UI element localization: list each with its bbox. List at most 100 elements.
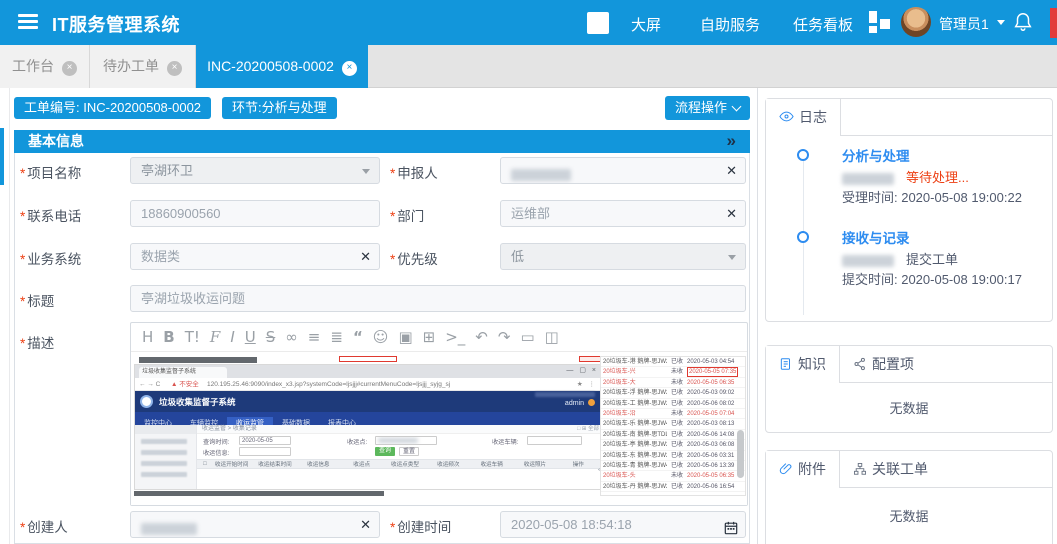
timeline-dot xyxy=(797,149,809,161)
tab-log[interactable]: 日志 xyxy=(766,99,841,136)
apps-grid-icon[interactable] xyxy=(869,11,891,33)
app-header: IT服务管理系统 大屏 自助服务 任务看板 管理员1 xyxy=(0,0,1057,45)
created-time-value: 2020-05-08 18:54:18 xyxy=(511,517,632,532)
mock-record-status: 已收 xyxy=(671,419,683,429)
mock-record-status: 未收 xyxy=(671,367,683,377)
close-icon[interactable]: × xyxy=(167,61,182,76)
tab-knowledge[interactable]: 知识 xyxy=(766,346,840,383)
link-icon[interactable]: ∞ xyxy=(285,323,298,352)
tab-attachment[interactable]: 附件 xyxy=(766,451,840,488)
nav-big-screen[interactable]: 大屏 xyxy=(631,14,661,35)
user-name[interactable]: 管理员1 xyxy=(939,14,989,34)
mock-record-name: 20垃圾车-丹 鹅牌-思JW2 xyxy=(603,482,667,492)
tab-config-items[interactable]: 配置项 xyxy=(840,346,927,383)
page-tabbar: 工作台× 待办工单× INC-20200508-0002 × xyxy=(0,45,1057,88)
mock-header-links-blurred xyxy=(535,392,595,397)
mock-url-icons: ★ ⋮ xyxy=(577,378,597,391)
close-icon[interactable]: × xyxy=(62,61,77,76)
font-family-icon[interactable]: F xyxy=(210,323,220,352)
mock-record-row: 20垃圾车-兴未收2020-05-05 07:35 xyxy=(601,367,745,377)
mock-record-name: 20垃圾车-东 鹅牌-思JW2 xyxy=(603,451,667,461)
mock-record-row: 20垃圾车-丹 鹅牌-思JW2已收2020-05-06 16:54 xyxy=(601,482,745,492)
description-editor[interactable]: HB T! FIUS ∞ ≡ ≣ “ ☺ ▣ ⊞ >_ ↶ ↷ ▭ ◫ 垃圾收集监督子系统 — ▢ × ← … xyxy=(130,322,748,506)
tab-todo-tickets[interactable]: 待办工单× xyxy=(90,45,196,88)
mock-record-time: 2020-05-06 13:39 xyxy=(687,461,734,471)
system-input[interactable]: 数据类✕ xyxy=(130,243,380,270)
collapse-right-icon[interactable]: » xyxy=(727,130,736,152)
select-caret-icon xyxy=(362,169,370,174)
tab-label: INC-20200508-0002 xyxy=(207,58,334,74)
panel-handle[interactable] xyxy=(0,128,4,185)
mock-record-time: 2020-05-06 08:02 xyxy=(687,399,734,409)
mock-table-column: 收运信息 xyxy=(297,460,340,468)
project-select[interactable]: 亭湖环卫 xyxy=(130,157,380,184)
mock-record-time: 2020-05-05 07:04 xyxy=(687,409,734,419)
editor-content[interactable]: 垃圾收集监督子系统 — ▢ × ← → C ▲ 不安全 120.195.25.4… xyxy=(131,352,747,505)
tab-related-tickets[interactable]: 关联工单 xyxy=(840,451,941,488)
title-input[interactable]: 亭湖垃圾收运问题 xyxy=(130,285,746,312)
field-label-title: *标题 xyxy=(20,290,54,310)
mock-record-row: 20垃圾车-港 鹅牌-思JW2已收2020-05-03 04:54 xyxy=(601,357,745,367)
align-icon[interactable]: ≣ xyxy=(330,323,343,352)
dept-input[interactable]: 运维部✕ xyxy=(500,200,746,227)
mock-sidebar-item-blurred xyxy=(141,461,187,466)
italic-icon[interactable]: I xyxy=(230,323,234,352)
bold-icon[interactable]: B xyxy=(163,323,174,352)
tab-ticket-inc[interactable]: INC-20200508-0002 × xyxy=(196,45,368,88)
mock-record-row: 20垃圾车-大未收2020-05-05 06:35 xyxy=(601,378,745,388)
log-entry-status: 提交工单 xyxy=(906,252,958,267)
mock-record-name: 20垃圾车-乐 鹅牌-思JW4 xyxy=(603,419,667,429)
created-time-input[interactable]: 2020-05-08 18:54:18 xyxy=(500,511,746,538)
mock-record-row: 20垃圾车-头未收2020-05-05 06:35 xyxy=(601,471,745,481)
eye-icon xyxy=(779,109,794,124)
user-avatar[interactable] xyxy=(901,7,931,37)
undo-icon[interactable]: ↶ xyxy=(475,323,488,352)
notification-bell-icon[interactable] xyxy=(1012,11,1034,33)
fullscreen-icon[interactable] xyxy=(587,12,609,34)
priority-select[interactable]: 低 xyxy=(500,243,746,270)
heading-icon[interactable]: H xyxy=(142,323,153,352)
preview-icon[interactable]: ◫ xyxy=(545,323,559,352)
clear-icon[interactable]: ✕ xyxy=(726,201,737,226)
creator-input[interactable]: ✕ xyxy=(130,511,380,538)
redo-icon[interactable]: ↷ xyxy=(498,323,511,352)
list-icon[interactable]: ≡ xyxy=(308,323,321,352)
clear-icon[interactable]: ✕ xyxy=(726,158,737,183)
quote-icon[interactable]: “ xyxy=(353,323,363,352)
strikethrough-icon[interactable]: S xyxy=(266,323,276,352)
tab-workbench[interactable]: 工作台× xyxy=(0,45,90,88)
table-icon[interactable]: ⊞ xyxy=(423,323,436,352)
fullscreen-icon[interactable]: ▭ xyxy=(520,323,534,352)
reporter-input[interactable]: ✕ xyxy=(500,157,746,184)
emoji-icon[interactable]: ☺ xyxy=(373,323,389,352)
process-action-button[interactable]: 流程操作 xyxy=(665,96,750,120)
mock-window-controls: — ▢ × xyxy=(566,366,598,374)
attachment-card: 附件 关联工单 无数据 xyxy=(765,450,1053,544)
underline-icon[interactable]: U xyxy=(245,323,256,352)
phone-input[interactable]: 18860900560 xyxy=(130,200,380,227)
clear-icon[interactable]: ✕ xyxy=(360,512,371,537)
nav-self-service[interactable]: 自助服务 xyxy=(700,14,760,35)
menu-toggle-icon[interactable] xyxy=(18,14,38,30)
log-entry-title: 分析与处理 xyxy=(842,145,910,165)
mock-sidebar-item-blurred xyxy=(141,472,187,477)
panel-divider xyxy=(757,88,758,544)
close-icon[interactable]: × xyxy=(342,61,357,76)
mock-record-name: 20垃圾车-大 xyxy=(603,378,667,388)
mock-query-button: 查询 xyxy=(375,447,395,456)
code-icon[interactable]: >_ xyxy=(445,323,465,352)
mock-nav-arrows: ← → C xyxy=(139,378,160,391)
field-label-phone: *联系电话 xyxy=(20,205,81,225)
image-annotation-box xyxy=(339,356,397,362)
log-entry-time: 受理时间: 2020-05-08 19:00:22 xyxy=(842,187,1022,206)
font-size-icon[interactable]: T! xyxy=(185,323,200,352)
mock-breadcrumb: 收运监管 > 收集记录□ ⊞ 全部 xyxy=(197,425,603,434)
mock-record-status: 已收 xyxy=(671,461,683,471)
mock-record-time: 2020-05-03 04:54 xyxy=(687,357,734,367)
image-icon[interactable]: ▣ xyxy=(398,323,412,352)
nav-task-board[interactable]: 任务看板 xyxy=(793,14,853,35)
clear-icon[interactable]: ✕ xyxy=(360,244,371,269)
editor-scrollbar[interactable] xyxy=(737,430,744,478)
log-entry-status: 等待处理... xyxy=(906,170,969,185)
left-panel-edge xyxy=(9,88,10,544)
